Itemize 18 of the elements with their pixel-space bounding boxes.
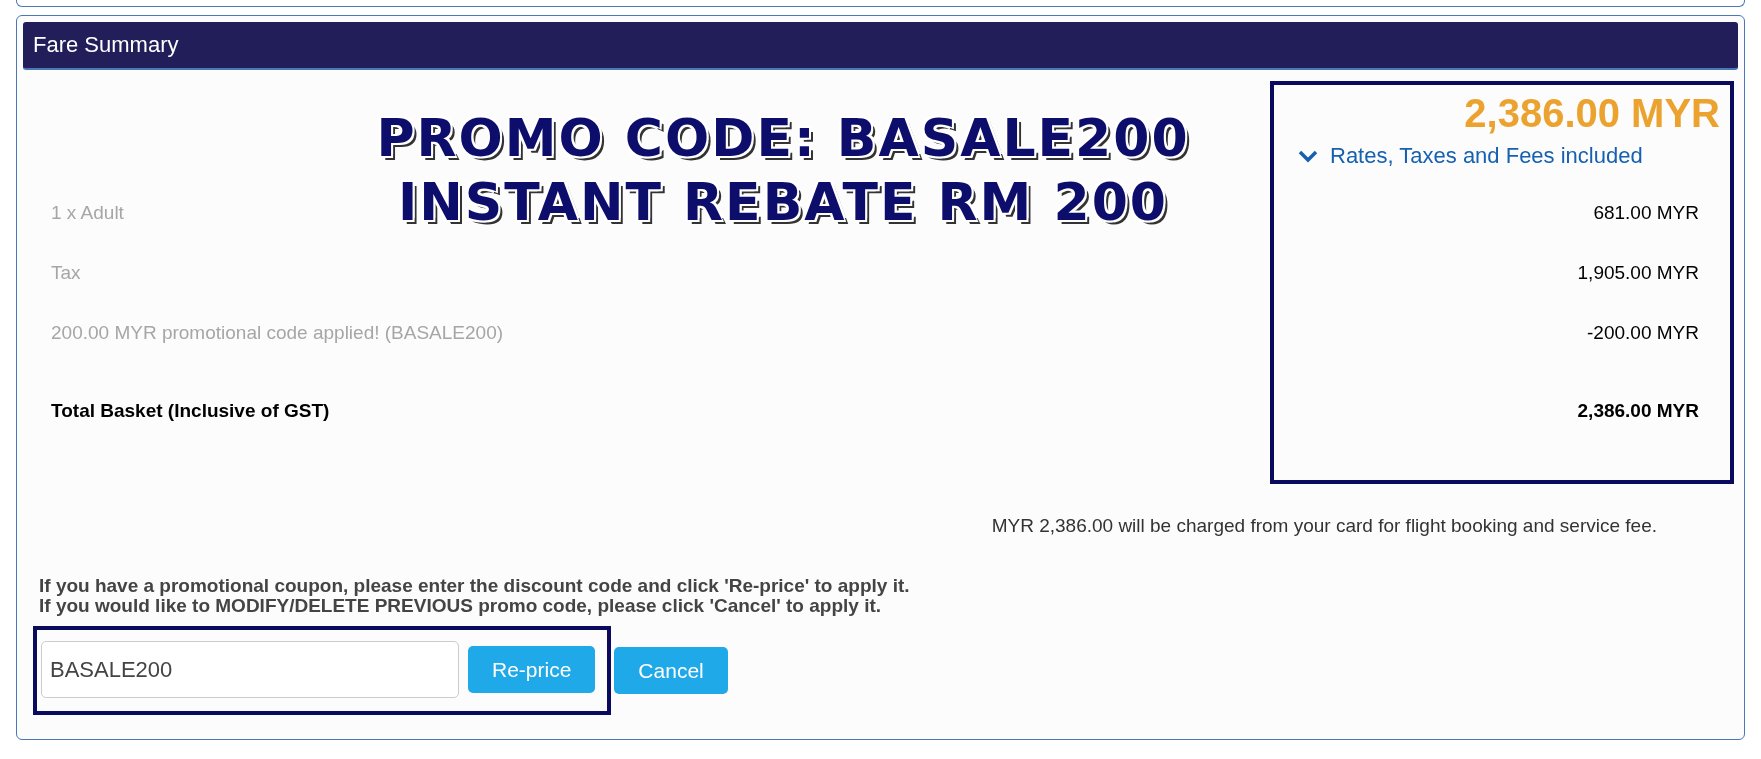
fare-line-amount: 1,905.00 MYR — [1577, 262, 1700, 284]
charge-note: MYR 2,386.00 will be charged from your card for flight booking and service fee. — [991, 514, 1657, 538]
promo-overlay-text: PROMO CODE: BASALE200 — [376, 107, 1190, 169]
instruction-text: If you have a promotional coupon, please enter the discount code and click 'Re-price' to apply it. — [39, 576, 911, 596]
fare-line-label: 1 x Adult — [51, 202, 124, 224]
promo-overlay-text: INSTANT REBATE RM 200 — [398, 171, 1168, 233]
fare-line-label: 200.00 MYR promotional code applied! (BASALE200) — [51, 322, 504, 344]
fare-line-label: Tax — [51, 262, 81, 284]
chevron-icon — [1298, 149, 1318, 163]
fare-line-amount: -200.00 MYR — [1587, 322, 1700, 344]
total-price: 2,386.00 MYR — [1463, 91, 1721, 135]
promo-code-field[interactable]: BASALE200 — [41, 641, 459, 698]
fare-line-label: Total Basket (Inclusive of GST) — [51, 400, 330, 422]
fare-line-amount: 2,386.00 MYR — [1577, 400, 1700, 422]
fare-line-amount: 681.00 MYR — [1593, 202, 1700, 224]
panel-title: Fare Summary — [33, 32, 179, 58]
breakdown-toggle[interactable]: Rates, Taxes and Fees included — [1298, 139, 1730, 173]
instruction-text: If you would like to MODIFY/DELETE PREVIOUS promo code, please click 'Cancel' to apply it. — [39, 596, 882, 616]
